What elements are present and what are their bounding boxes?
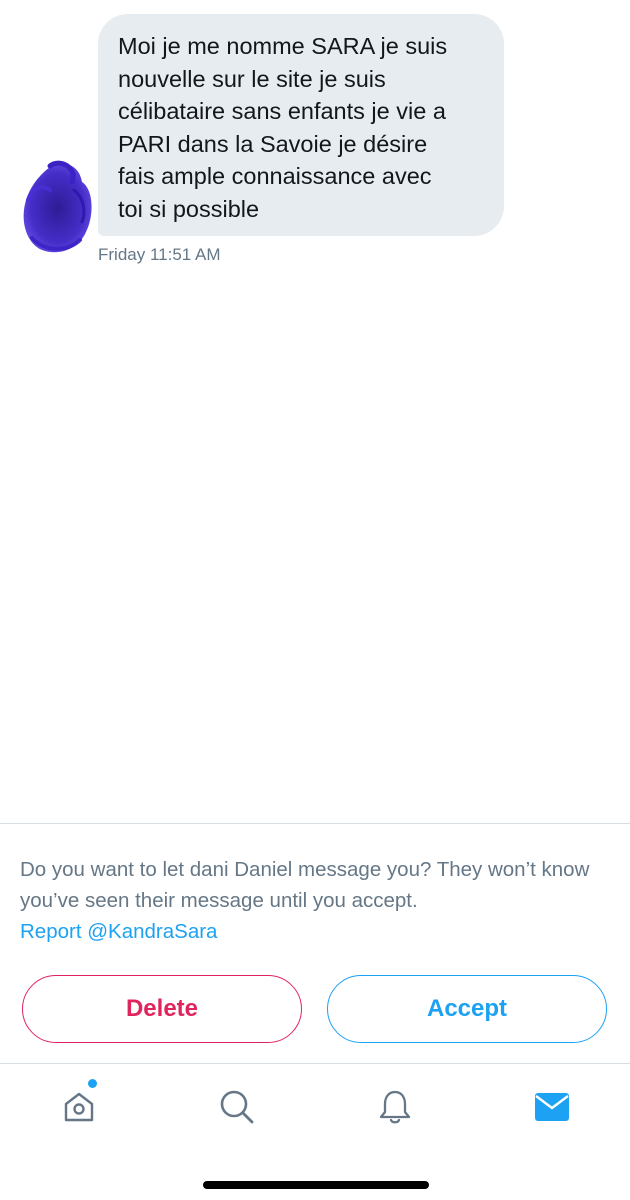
- notification-dot: [88, 1079, 97, 1088]
- tab-search[interactable]: [212, 1082, 262, 1132]
- search-icon: [220, 1090, 254, 1124]
- tab-messages[interactable]: [527, 1082, 577, 1132]
- tab-home[interactable]: [54, 1082, 104, 1132]
- message-timestamp: Friday 11:51 AM: [98, 245, 221, 264]
- home-indicator[interactable]: [203, 1181, 429, 1189]
- envelope-icon: [535, 1093, 569, 1121]
- home-icon: [64, 1092, 94, 1122]
- accept-button[interactable]: Accept: [327, 975, 607, 1043]
- tab-notifications[interactable]: [370, 1082, 420, 1132]
- scribbled-avatar-icon: [23, 160, 92, 253]
- bell-icon: [379, 1090, 411, 1124]
- message-bubble[interactable]: Moi je me nomme SARA je suis nouvelle su…: [98, 14, 504, 236]
- avatar[interactable]: [20, 160, 94, 258]
- report-link[interactable]: Report @KandraSara: [20, 916, 217, 947]
- message-request-prompt: Do you want to let dani Daniel message y…: [20, 858, 590, 912]
- delete-button[interactable]: Delete: [22, 975, 302, 1043]
- divider: [0, 1063, 630, 1064]
- divider: [0, 823, 630, 824]
